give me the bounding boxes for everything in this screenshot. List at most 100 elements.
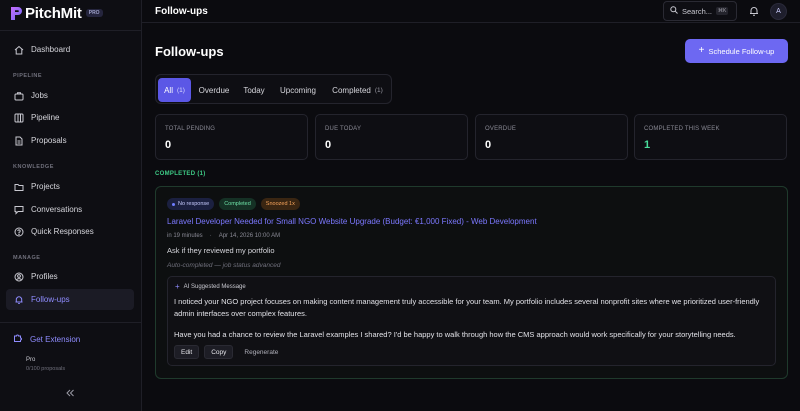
- get-extension-label: Get Extension: [30, 334, 81, 344]
- section-label-knowledge: KNOWLEDGE: [13, 164, 54, 170]
- sidebar-item-label: Proposals: [31, 136, 67, 145]
- puzzle-icon: [13, 333, 23, 345]
- tab-label: All: [164, 85, 173, 95]
- plan-name: Pro: [26, 357, 36, 363]
- file-text-icon: [13, 135, 24, 146]
- badge-label: No response: [178, 201, 210, 207]
- sidebar-item-label: Profiles: [31, 272, 58, 281]
- due-relative: in 19 minutes: [167, 233, 203, 239]
- dot-icon: [172, 202, 175, 206]
- divider: [0, 322, 141, 323]
- ai-message-paragraph: I noticed your NGO project focuses on ma…: [174, 297, 760, 318]
- section-label-manage: MANAGE: [13, 255, 41, 261]
- collapse-sidebar-button[interactable]: [62, 387, 78, 401]
- follow-up-note: Ask if they reviewed my portfolio: [167, 246, 275, 255]
- schedule-follow-up-button[interactable]: + Schedule Follow-up: [685, 39, 788, 63]
- avatar[interactable]: A: [770, 3, 787, 20]
- chevrons-left-icon: [65, 389, 75, 399]
- sidebar-item-label: Quick Responses: [31, 227, 94, 236]
- sidebar-item-label: Jobs: [31, 91, 48, 100]
- plan-badge: PRO: [85, 9, 103, 17]
- stat-value: 0: [325, 139, 332, 151]
- due-date: Apr 14, 2026 10:00 AM: [218, 233, 281, 239]
- sidebar-item-quick-responses[interactable]: Quick Responses: [6, 221, 134, 242]
- stat-card-overdue: OVERDUE 0: [475, 114, 628, 160]
- status-badges: No response Completed Snoozed 1x: [167, 198, 300, 210]
- brand[interactable]: PitchMit PRO: [10, 4, 103, 22]
- chat-icon: [13, 204, 24, 215]
- search-input[interactable]: Search... ⌘K: [663, 1, 737, 21]
- tab-upcoming[interactable]: Upcoming: [275, 78, 321, 102]
- bell-icon: [748, 7, 760, 19]
- divider: [142, 22, 800, 23]
- tab-today[interactable]: Today: [237, 78, 271, 102]
- status-badge: Completed: [219, 198, 256, 210]
- filter-tabs: All (1) Overdue Today Upcoming Completed(…: [155, 74, 392, 104]
- tab-overdue[interactable]: Overdue: [194, 78, 234, 102]
- sidebar-item-proposals[interactable]: Proposals: [6, 130, 134, 151]
- auto-complete-note: Auto-completed — job status advanced: [167, 262, 281, 269]
- sparkle-icon: +: [175, 282, 180, 291]
- home-icon: [13, 44, 24, 55]
- separator: ·: [209, 233, 212, 239]
- response-badge: No response: [167, 198, 215, 210]
- sidebar-item-pipeline[interactable]: Pipeline: [6, 107, 134, 128]
- stat-card-completed-this-week: COMPLETED THIS WEEK 1: [634, 114, 787, 160]
- tab-label: Overdue: [198, 85, 230, 95]
- user-circle-icon: [13, 271, 24, 282]
- tab-count: (1): [374, 86, 383, 94]
- sidebar-item-conversations[interactable]: Conversations: [6, 199, 134, 220]
- sidebar-item-label: Projects: [31, 182, 60, 191]
- topbar: Follow-ups Search... ⌘K A: [142, 0, 800, 22]
- regenerate-button[interactable]: Regenerate: [238, 345, 284, 359]
- sidebar-item-jobs[interactable]: Jobs: [6, 85, 134, 106]
- tab-label: Today: [243, 85, 265, 95]
- copy-button[interactable]: Copy: [204, 345, 234, 359]
- get-extension-link[interactable]: Get Extension: [6, 330, 134, 348]
- topbar-title: Follow-ups: [155, 6, 208, 17]
- tab-completed[interactable]: Completed (1): [326, 78, 389, 102]
- folder-icon: [13, 181, 24, 192]
- notifications-button[interactable]: [748, 5, 760, 17]
- page-title: Follow-ups: [155, 44, 224, 59]
- columns-icon: [13, 112, 24, 123]
- job-title-link[interactable]: Laravel Developer Needed for Small NGO W…: [167, 217, 537, 226]
- stat-label: OVERDUE: [485, 126, 517, 132]
- edit-button[interactable]: Edit: [174, 345, 200, 359]
- stat-label: COMPLETED THIS WEEK: [644, 126, 720, 132]
- divider: [0, 30, 141, 31]
- follow-up-meta: in 19 minutes · Apr 14, 2026 10:00 AM: [167, 233, 280, 239]
- sidebar-item-follow-ups[interactable]: Follow-ups: [6, 289, 134, 310]
- sidebar-item-label: Conversations: [31, 205, 83, 214]
- section-label-pipeline: PIPELINE: [13, 73, 43, 79]
- ai-heading-label: AI Suggested Message: [183, 284, 246, 290]
- sidebar: PitchMit PRO Dashboard PIPELINE Jobs Pip…: [0, 0, 142, 411]
- tab-label: Upcoming: [279, 85, 316, 95]
- plan-usage: 0/100 proposals: [26, 366, 66, 372]
- ai-heading: + AI Suggested Message: [175, 283, 246, 291]
- ai-actions: Edit Copy Regenerate: [174, 345, 284, 359]
- search-shortcut: ⌘K: [716, 7, 729, 15]
- sidebar-item-dashboard[interactable]: Dashboard: [6, 39, 134, 60]
- search-placeholder: Search...: [682, 6, 713, 16]
- stat-card-total-pending: TOTAL PENDING 0: [155, 114, 308, 160]
- sidebar-item-profiles[interactable]: Profiles: [6, 266, 134, 287]
- stat-value: 1: [644, 139, 651, 151]
- stat-card-due-today: DUE TODAY 0: [315, 114, 468, 160]
- stat-value: 0: [165, 139, 172, 151]
- stat-label: DUE TODAY: [325, 126, 362, 132]
- follow-up-card: No response Completed Snoozed 1x Laravel…: [155, 186, 788, 379]
- sidebar-item-label: Follow-ups: [31, 295, 70, 304]
- brand-name: PitchMit: [25, 4, 82, 22]
- tab-count: (1): [176, 86, 185, 94]
- schedule-follow-up-label: Schedule Follow-up: [708, 46, 775, 56]
- tab-all[interactable]: All (1): [158, 78, 191, 102]
- snoozed-badge: Snoozed 1x: [260, 198, 300, 210]
- tab-label: Completed: [332, 85, 371, 95]
- ai-suggested-message: + AI Suggested Message I noticed your NG…: [167, 276, 776, 366]
- sidebar-item-label: Pipeline: [31, 113, 60, 122]
- sidebar-item-label: Dashboard: [31, 45, 71, 54]
- stat-value: 0: [485, 139, 492, 151]
- plus-icon: +: [698, 45, 705, 56]
- sidebar-item-projects[interactable]: Projects: [6, 176, 134, 197]
